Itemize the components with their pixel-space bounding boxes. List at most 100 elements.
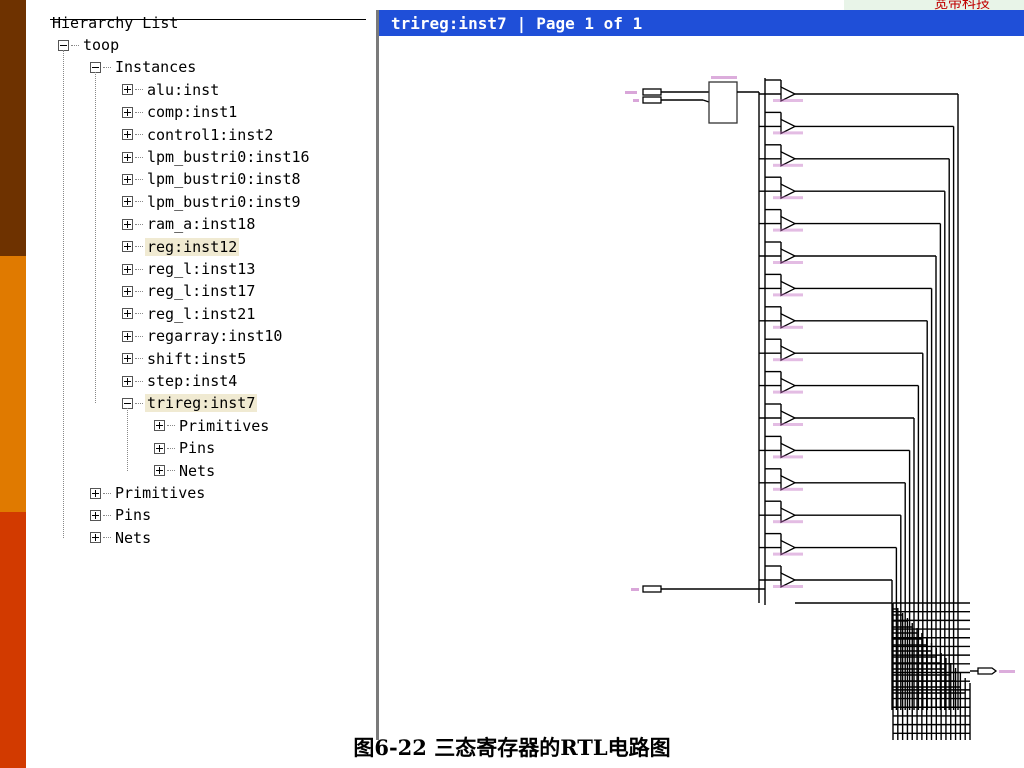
schematic-title-bar: trireg:inst7 | Page 1 of 1 [379,10,1024,36]
tree-node-instance[interactable]: lpm_bustri0:inst8 [122,169,303,189]
buffer-label-mark [773,390,803,394]
tristate-buffer-icon [780,280,797,297]
wire [702,99,710,103]
tree-connector [135,402,143,404]
tree-node-instance[interactable]: comp:inst1 [122,102,239,122]
plus-box-icon[interactable] [122,218,133,230]
buffer-label-mark [773,423,803,426]
tristate-buffer-icon [780,247,797,265]
pin-label-mark [633,99,639,102]
side-bar-brown [0,0,26,256]
minus-box-icon[interactable] [122,397,133,409]
tree-connector [135,178,143,180]
schematic-title: trireg:inst7 [391,13,507,33]
buffer-label-mark [773,163,803,167]
tree-connector [135,290,143,292]
tree-node-instance[interactable]: reg_l:inst21 [122,304,257,324]
tree-node-trireg-child[interactable]: Pins [154,438,217,458]
tree-node-instance[interactable]: reg_l:inst13 [122,259,257,279]
pin-label-mark [625,91,637,94]
buffer-label-mark [773,196,803,200]
buffer-label-mark [773,520,803,524]
plus-box-icon[interactable] [122,129,133,141]
buffer-label-mark [773,261,803,264]
tree-node-instances[interactable]: Instances [90,57,198,77]
plus-box-icon[interactable] [122,308,133,320]
tristate-buffer-icon [780,118,797,135]
plus-box-icon[interactable] [90,509,101,521]
tristate-buffer-icon [780,85,797,103]
plus-box-icon[interactable] [122,285,133,297]
plus-box-icon[interactable] [154,420,165,432]
corner-stamp: 宽带科技 [844,0,1024,12]
input-pin-clk-icon [642,96,662,104]
tree-node-instance[interactable]: lpm_bustri0:inst9 [122,192,303,212]
tree-node-label: lpm_bustri0:inst16 [147,148,310,166]
plus-box-icon[interactable] [122,241,133,253]
tristate-buffer-icon [780,377,797,394]
side-bar-red [0,512,26,768]
plus-box-icon[interactable] [122,353,133,365]
hierarchy-title: Hierarchy List [52,14,179,32]
input-pin-enable-icon [642,585,662,593]
buffer-label-mark [773,131,803,135]
tristate-buffer-icon [780,409,797,427]
plus-box-icon[interactable] [122,84,133,96]
tree-connector [103,492,111,494]
tree-connector [135,156,143,158]
tree-guide-trireg [127,408,128,471]
tree-node-instance[interactable]: shift:inst5 [122,349,248,369]
register-label-mark [711,76,737,79]
plus-box-icon[interactable] [122,375,133,387]
schematic-viewer: trireg:inst7 | Page 1 of 1 [376,10,1024,740]
tree-node-instance[interactable]: reg:inst12 [122,237,240,257]
minus-box-icon[interactable] [58,39,69,51]
tree-node-instance[interactable]: ram_a:inst18 [122,214,257,234]
tree-node-root-child[interactable]: Primitives [90,483,207,503]
tree-connector [103,537,111,539]
tree-node-instance[interactable]: lpm_bustri0:inst16 [122,147,312,167]
tree-node-label: control1:inst2 [147,125,274,144]
tree-node-label: Primitives [115,484,206,502]
tree-node-label: alu:inst [147,80,220,99]
tree-node-label: Nets [179,461,216,480]
plus-box-icon[interactable] [122,196,133,208]
plus-box-icon[interactable] [122,106,133,118]
tree-node-instance[interactable]: alu:inst [122,80,221,100]
tree-connector [135,335,143,337]
plus-box-icon[interactable] [122,330,133,342]
tree-node-instance[interactable]: step:inst4 [122,371,239,391]
tree-connector [135,268,143,270]
figure-caption: 图6-22 三态寄存器的RTL电路图 [353,735,671,760]
tree-connector [71,44,79,46]
tree-node-instance[interactable]: reg_l:inst17 [122,281,257,301]
rtl-schematic-diagram [625,76,1015,740]
plus-box-icon[interactable] [122,151,133,163]
plus-box-icon[interactable] [122,263,133,275]
tristate-buffer-icon [780,539,797,556]
tree-guide-instances [95,72,96,404]
tree-node-trireg-child[interactable]: Nets [154,461,217,481]
tree-node-root[interactable]: toop [58,35,121,55]
tree-node-instance[interactable]: control1:inst2 [122,125,275,145]
tree-node-instance[interactable]: trireg:inst7 [122,393,258,413]
tree-node-label: reg_l:inst17 [147,282,256,301]
tree-node-label: Pins [115,506,152,525]
plus-box-icon[interactable] [90,487,101,499]
plus-box-icon[interactable] [122,173,133,185]
plus-box-icon[interactable] [154,442,165,454]
tree-node-root-child[interactable]: Pins [90,505,153,525]
tree-node-label: Instances [115,58,197,77]
tree-connector [135,134,143,136]
minus-box-icon[interactable] [90,61,101,73]
plus-box-icon[interactable] [154,465,165,477]
tree-node-label: trireg:inst7 [145,394,258,413]
pin-label-mark [999,670,1015,673]
tree-node-instance[interactable]: regarray:inst10 [122,326,284,346]
tristate-buffer-icon [780,442,797,459]
tree-node-root-child[interactable]: Nets [90,528,153,548]
io-pin-icon [977,667,998,675]
tree-connector [103,66,111,68]
plus-box-icon[interactable] [90,532,101,544]
tree-node-trireg-child[interactable]: Primitives [154,416,271,436]
